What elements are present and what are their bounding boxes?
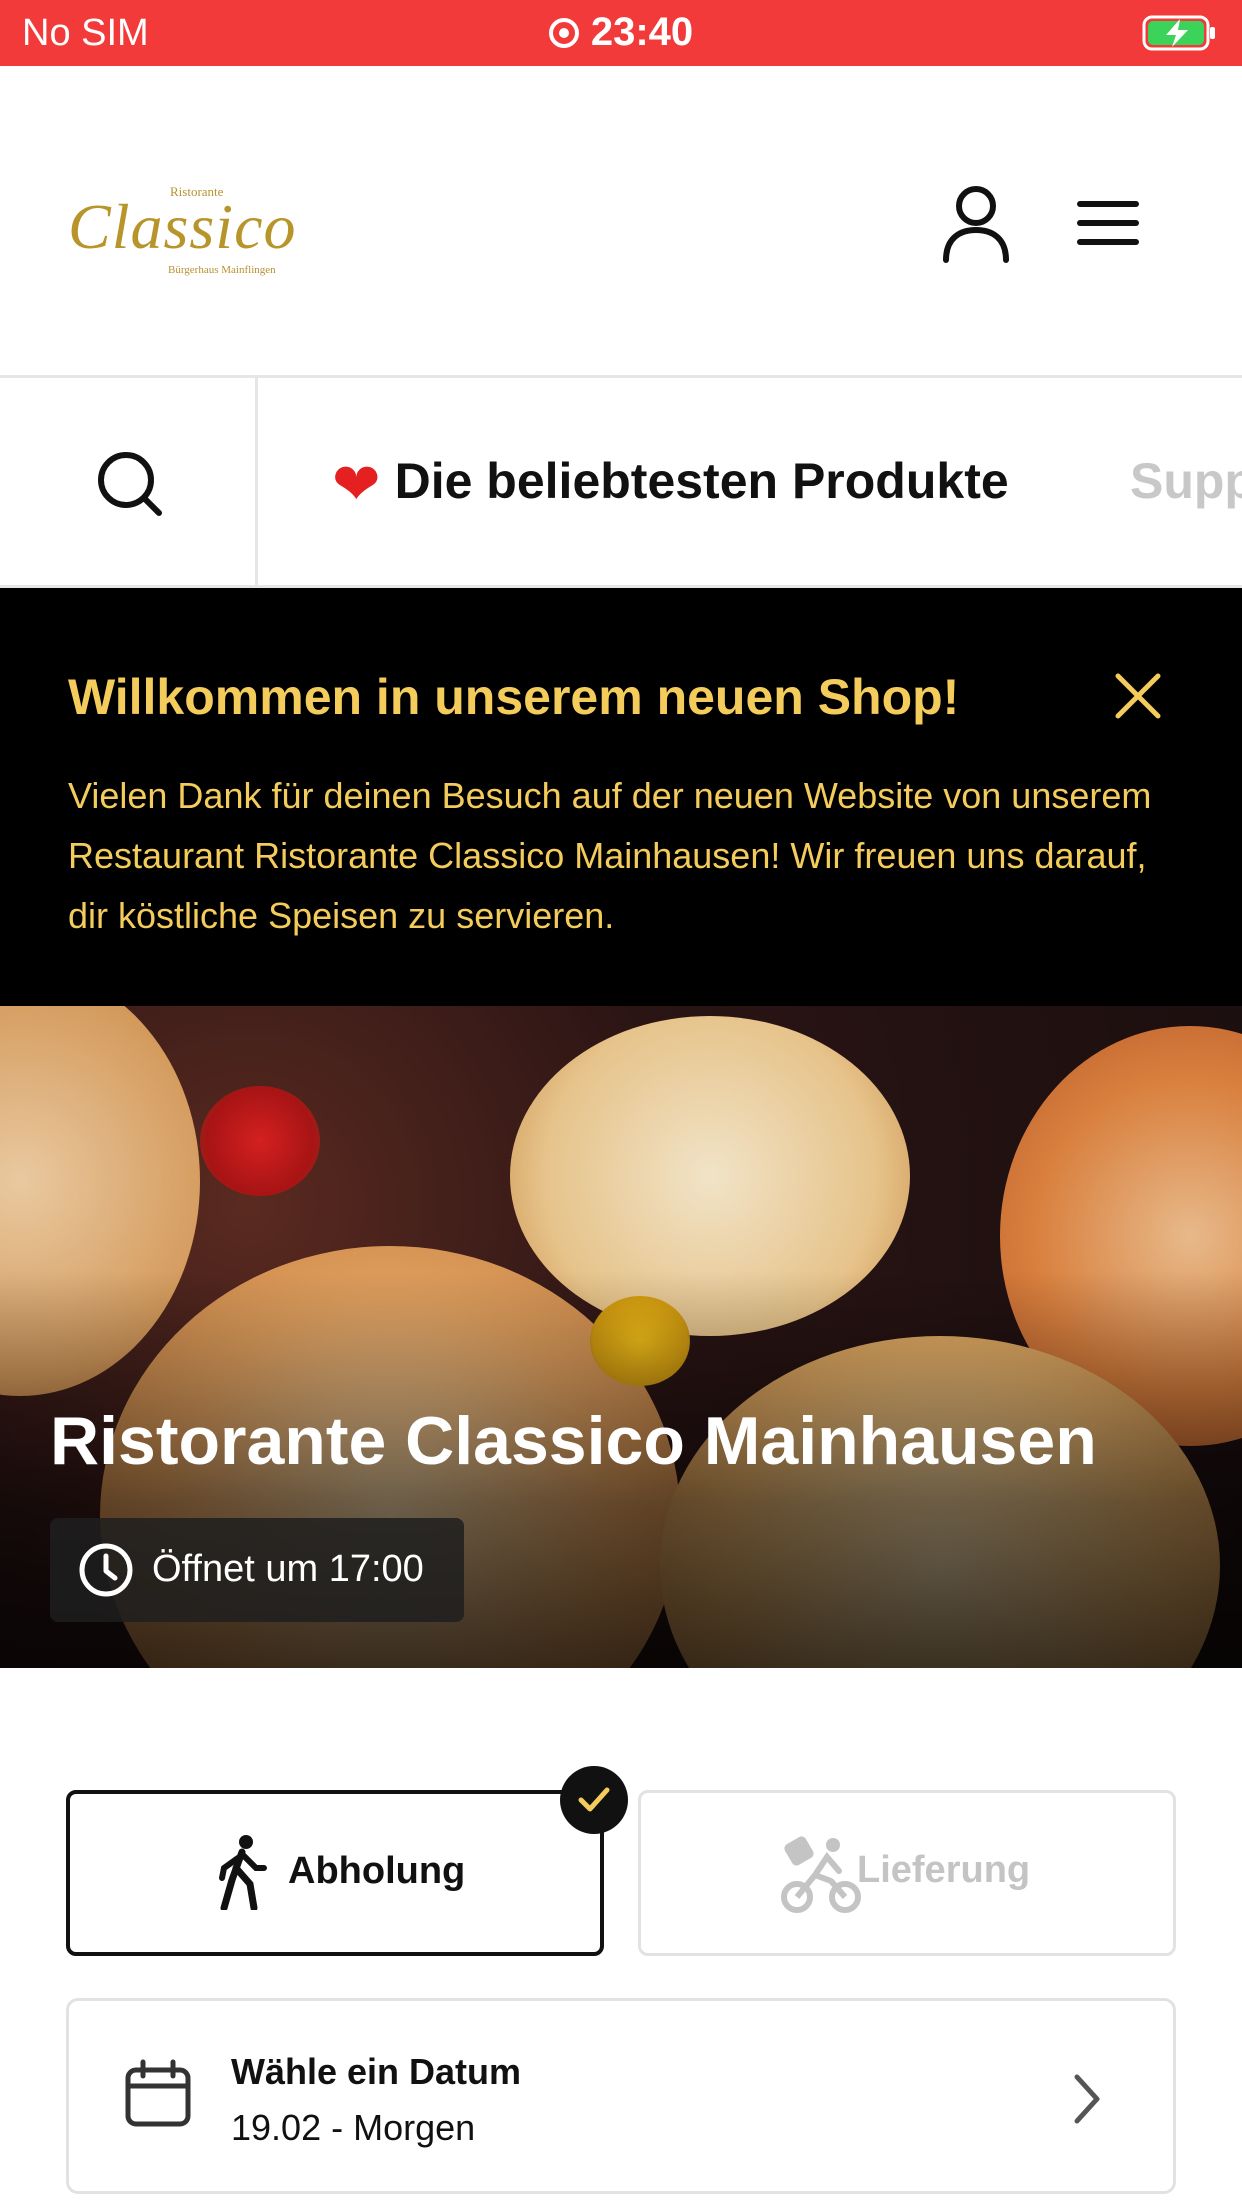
date-selector[interactable]: Wähle ein Datum 19.02 - Morgen	[66, 1998, 1176, 2194]
search-icon	[98, 452, 162, 516]
opening-hours-badge: Öffnet um 17:00	[50, 1518, 464, 1622]
category-tab-label: Die beliebtesten Produkte	[394, 453, 1009, 509]
category-tab-popular[interactable]: ❤ Die beliebtesten Produkte	[332, 450, 1009, 518]
delivery-label: Lieferung	[857, 1849, 1031, 1891]
welcome-banner: Willkommen in unserem neuen Shop! Vielen…	[0, 588, 1242, 1006]
walking-person-icon	[219, 1835, 267, 1910]
selected-check-icon	[560, 1766, 628, 1834]
restaurant-logo[interactable]: Ristorante Classico Bürgerhaus Mainfling…	[68, 184, 298, 280]
heart-icon: ❤	[332, 452, 381, 517]
close-icon[interactable]	[1114, 672, 1162, 720]
chevron-right-icon	[1074, 2074, 1100, 2124]
category-bar: ❤Die beliebtesten Produkte Supp	[0, 378, 1242, 588]
search-button[interactable]	[0, 378, 258, 585]
banner-title: Willkommen in unserem neuen Shop!	[68, 669, 960, 725]
pickup-option-button[interactable]: Abholung	[66, 1790, 604, 1956]
clock-time: 23:40	[590, 10, 694, 54]
date-selector-title: Wähle ein Datum	[231, 2051, 522, 2092]
pickup-label: Abholung	[288, 1850, 466, 1892]
category-tab-next[interactable]: Supp	[1130, 452, 1242, 510]
user-account-icon[interactable]	[940, 184, 1012, 264]
delivery-bike-icon	[781, 1836, 861, 1913]
clock-icon	[79, 1543, 133, 1597]
date-selector-value: 19.02 - Morgen	[231, 2107, 476, 2148]
delivery-option-button[interactable]: Lieferung	[638, 1790, 1176, 1956]
hamburger-menu-icon[interactable]	[1076, 196, 1140, 250]
status-clock: 23:40	[0, 10, 1242, 55]
battery-charging-icon	[1142, 15, 1215, 51]
app-header: Ristorante Classico Bürgerhaus Mainfling…	[0, 66, 1242, 378]
opening-hours-text: Öffnet um 17:00	[152, 1548, 424, 1590]
logo-bottom-text: Bürgerhaus Mainflingen	[168, 264, 276, 276]
status-bar: No SIM 23:40	[0, 0, 1242, 66]
restaurant-name: Ristorante Classico Mainhausen	[50, 1403, 1097, 1479]
screen-recording-icon	[548, 18, 579, 48]
calendar-icon	[125, 2059, 191, 2127]
logo-main-text: Classico	[68, 191, 297, 262]
hero-image: Ristorante Classico Mainhausen Öffnet um…	[0, 1006, 1242, 1668]
banner-text: Vielen Dank für deinen Besuch auf der ne…	[68, 775, 1152, 936]
